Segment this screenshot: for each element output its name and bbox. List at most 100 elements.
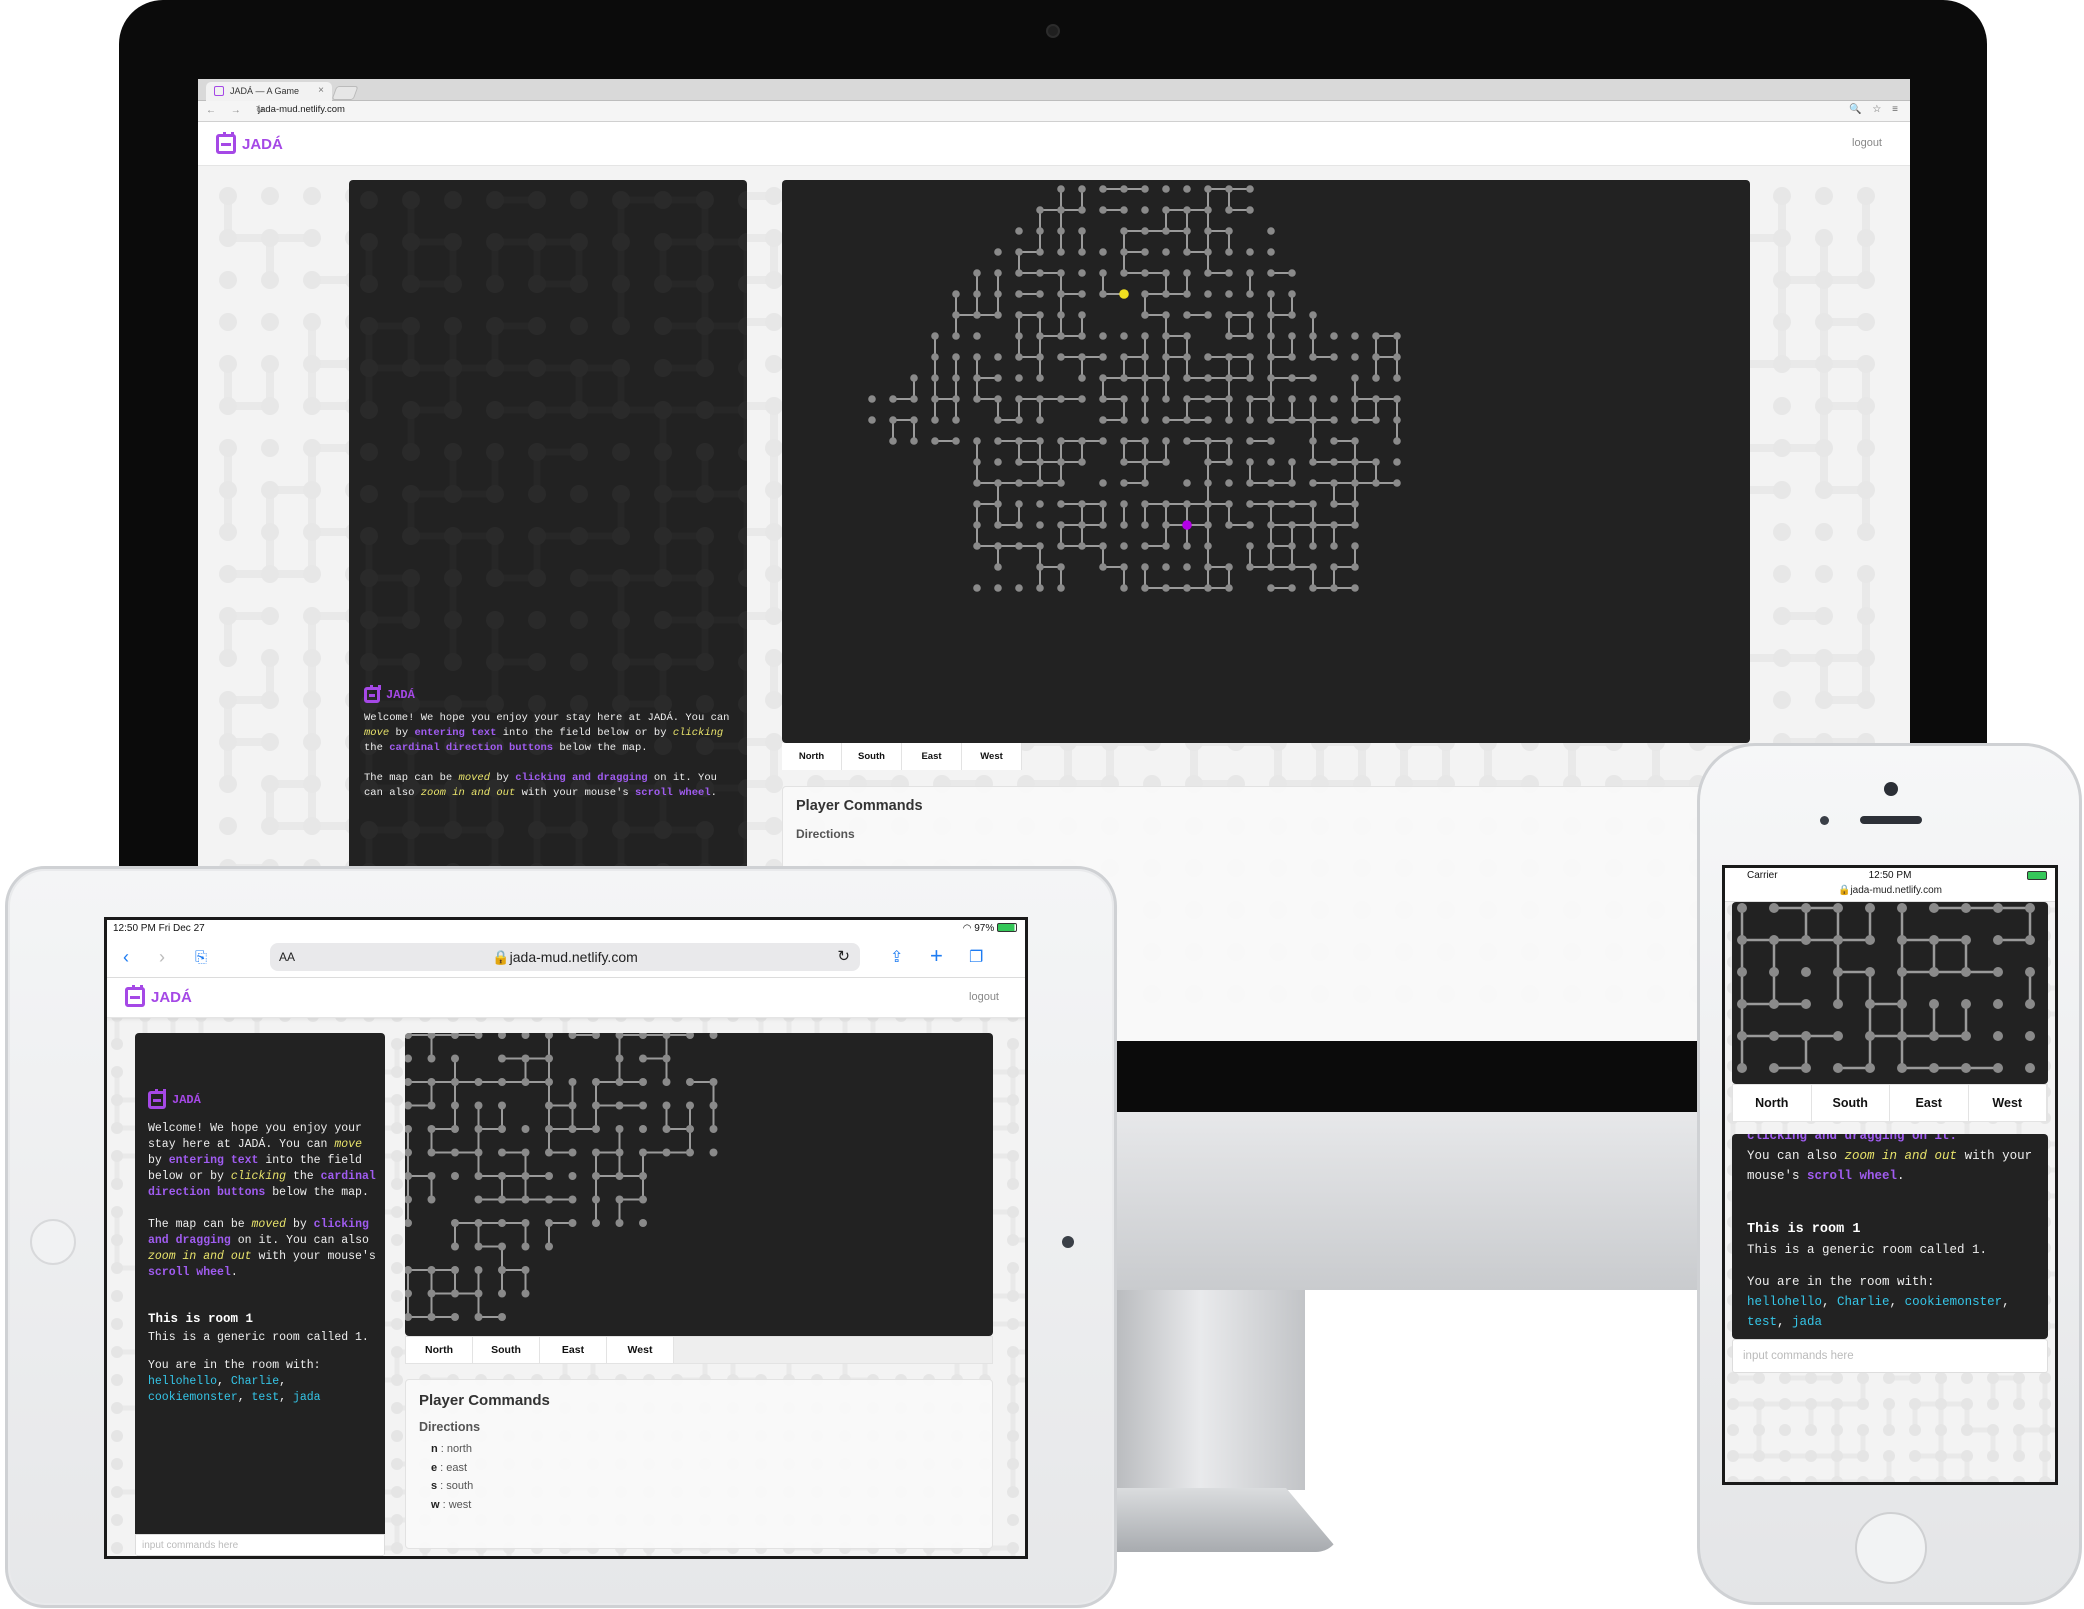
room-node[interactable] xyxy=(1015,584,1023,592)
room-node[interactable] xyxy=(1288,500,1296,508)
room-node[interactable] xyxy=(994,563,1002,571)
room-node[interactable] xyxy=(474,1148,483,1157)
room-node[interactable] xyxy=(1036,269,1044,277)
room-node[interactable] xyxy=(427,1195,436,1204)
browser-tab[interactable]: JADÁ — A Game × xyxy=(206,82,332,101)
room-node[interactable] xyxy=(1099,500,1107,508)
room-node[interactable] xyxy=(592,1033,600,1039)
room-node[interactable] xyxy=(639,1195,647,1204)
room-node[interactable] xyxy=(1036,500,1044,508)
room-node[interactable] xyxy=(451,1313,459,1321)
room-node[interactable] xyxy=(931,374,939,382)
room-node[interactable] xyxy=(1204,479,1212,487)
room-node[interactable] xyxy=(615,1033,624,1039)
forward-icon[interactable]: › xyxy=(159,947,165,968)
room-node[interactable] xyxy=(405,1078,412,1086)
room-node[interactable] xyxy=(1162,563,1170,571)
room-node[interactable] xyxy=(686,1148,694,1157)
room-node[interactable] xyxy=(1309,542,1317,550)
room-node[interactable] xyxy=(1246,521,1254,529)
room-node[interactable] xyxy=(1036,248,1044,256)
room-node[interactable] xyxy=(1183,542,1191,550)
room-node[interactable] xyxy=(1309,353,1317,361)
room-node[interactable] xyxy=(1141,248,1149,256)
room-node[interactable] xyxy=(1141,227,1149,235)
room-node[interactable] xyxy=(1267,269,1275,277)
room-node[interactable] xyxy=(1057,395,1065,403)
room-node[interactable] xyxy=(498,1242,506,1251)
room-node[interactable] xyxy=(1309,395,1317,403)
room-node[interactable] xyxy=(1120,227,1128,235)
room-node[interactable] xyxy=(1225,290,1233,298)
room-node[interactable] xyxy=(405,1195,412,1204)
room-node[interactable] xyxy=(952,416,960,424)
direction-button-west[interactable]: West xyxy=(962,743,1022,770)
room-node[interactable] xyxy=(1225,311,1233,319)
room-node[interactable] xyxy=(592,1101,600,1110)
room-node[interactable] xyxy=(1036,458,1044,466)
room-node[interactable] xyxy=(1078,332,1086,340)
room-node[interactable] xyxy=(1162,395,1170,403)
room-node[interactable] xyxy=(521,1266,530,1274)
room-node[interactable] xyxy=(474,1219,483,1227)
room-node[interactable] xyxy=(1225,500,1233,508)
room-node[interactable] xyxy=(427,1033,436,1039)
room-node[interactable] xyxy=(1141,416,1149,424)
room-node[interactable] xyxy=(1393,395,1401,403)
room-node[interactable] xyxy=(427,1172,436,1180)
room-node[interactable] xyxy=(1267,248,1275,256)
room-node[interactable] xyxy=(1225,458,1233,466)
room-node[interactable] xyxy=(973,311,981,319)
room-node[interactable] xyxy=(568,1033,577,1039)
room-node[interactable] xyxy=(1330,395,1338,403)
room-node[interactable] xyxy=(1204,437,1212,445)
room-node[interactable] xyxy=(973,500,981,508)
room-node[interactable] xyxy=(1099,437,1107,445)
room-node[interactable] xyxy=(1015,395,1023,403)
room-node[interactable] xyxy=(1267,521,1275,529)
room-node[interactable] xyxy=(451,1289,459,1298)
room-node[interactable] xyxy=(868,416,876,424)
room-node[interactable] xyxy=(994,479,1002,487)
room-node[interactable] xyxy=(1183,374,1191,382)
room-node[interactable] xyxy=(1351,584,1359,592)
room-node[interactable] xyxy=(994,374,1002,382)
room-node[interactable] xyxy=(1246,206,1254,214)
room-node[interactable] xyxy=(1288,374,1296,382)
room-node[interactable] xyxy=(427,1289,436,1298)
room-node[interactable] xyxy=(1225,563,1233,571)
room-node[interactable] xyxy=(474,1242,483,1251)
room-node[interactable] xyxy=(1036,395,1044,403)
room-node[interactable] xyxy=(1015,458,1023,466)
room-node[interactable] xyxy=(686,1125,694,1133)
room-node[interactable] xyxy=(545,1148,553,1157)
room-node[interactable] xyxy=(1351,374,1359,382)
room-node[interactable] xyxy=(1204,500,1212,508)
room-node[interactable] xyxy=(615,1101,624,1110)
room-node[interactable] xyxy=(1204,584,1212,592)
direction-button-east[interactable]: East xyxy=(902,743,962,770)
room-node[interactable] xyxy=(910,374,918,382)
room-node[interactable] xyxy=(1267,290,1275,298)
room-node[interactable] xyxy=(1120,206,1128,214)
room-node[interactable] xyxy=(994,542,1002,550)
room-node[interactable] xyxy=(662,1054,671,1063)
room-node[interactable] xyxy=(1351,416,1359,424)
room-node[interactable] xyxy=(545,1195,553,1204)
room-node[interactable] xyxy=(1099,542,1107,550)
room-node[interactable] xyxy=(1015,437,1023,445)
room-node[interactable] xyxy=(1078,290,1086,298)
room-node[interactable] xyxy=(1351,542,1359,550)
room-node[interactable] xyxy=(498,1313,506,1321)
room-node[interactable] xyxy=(1225,374,1233,382)
room-node[interactable] xyxy=(474,1125,483,1133)
room-node[interactable] xyxy=(1036,227,1044,235)
mobile-url-bar[interactable]: 🔒jada-mud.netlify.com xyxy=(1725,882,2055,902)
room-node[interactable] xyxy=(1099,521,1107,529)
room-node[interactable] xyxy=(498,1101,506,1110)
room-node[interactable] xyxy=(1183,311,1191,319)
room-node[interactable] xyxy=(1078,458,1086,466)
room-node[interactable] xyxy=(568,1101,577,1110)
room-node[interactable] xyxy=(568,1125,577,1133)
room-node[interactable] xyxy=(1120,248,1128,256)
